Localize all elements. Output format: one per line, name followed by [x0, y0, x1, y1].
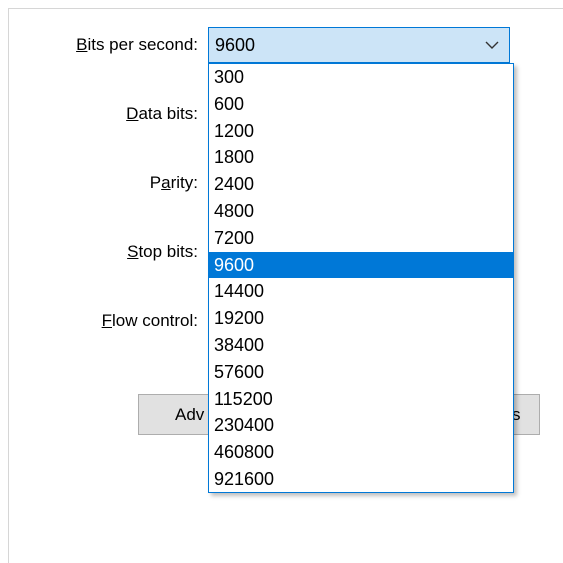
- dropdown-option[interactable]: 460800: [209, 439, 513, 466]
- bits-per-second-value: 9600: [215, 35, 256, 55]
- dropdown-option[interactable]: 9600: [209, 251, 513, 279]
- dropdown-option[interactable]: 19200: [209, 305, 513, 332]
- dropdown-option[interactable]: 4800: [209, 198, 513, 225]
- dropdown-option[interactable]: 2400: [209, 171, 513, 198]
- dropdown-option[interactable]: 921600: [209, 466, 513, 493]
- dropdown-option[interactable]: 300: [209, 64, 513, 91]
- dropdown-option[interactable]: 38400: [209, 332, 513, 359]
- dropdown-option[interactable]: 1800: [209, 144, 513, 171]
- dropdown-option[interactable]: 14400: [209, 278, 513, 305]
- dropdown-option[interactable]: 230400: [209, 412, 513, 439]
- stop-bits-label: Stop bits:: [127, 242, 198, 261]
- data-bits-label: Data bits:: [126, 104, 198, 123]
- dropdown-option[interactable]: 57600: [209, 359, 513, 386]
- restore-defaults-button[interactable]: s: [512, 394, 540, 435]
- bits-per-second-dropdown-list[interactable]: 300 600 1200 1800 2400 4800 7200 9600 14400 19200…: [208, 63, 514, 493]
- advanced-button[interactable]: Adv: [138, 394, 210, 435]
- bits-per-second-combo[interactable]: 9600: [208, 27, 510, 63]
- chevron-down-icon: [485, 41, 499, 49]
- dropdown-option[interactable]: 1200: [209, 118, 513, 145]
- dropdown-option[interactable]: 7200: [209, 225, 513, 252]
- dropdown-option[interactable]: 600: [209, 91, 513, 118]
- dialog-frame-left: [8, 8, 9, 563]
- parity-label: Parity:: [149, 173, 198, 192]
- dropdown-option[interactable]: 115200: [209, 386, 513, 413]
- bits-per-second-label: Bits per second:: [76, 35, 198, 54]
- dialog-frame-top: [8, 8, 563, 9]
- flow-control-label: Flow control:: [101, 311, 198, 330]
- advanced-button-label: Adv: [175, 405, 205, 424]
